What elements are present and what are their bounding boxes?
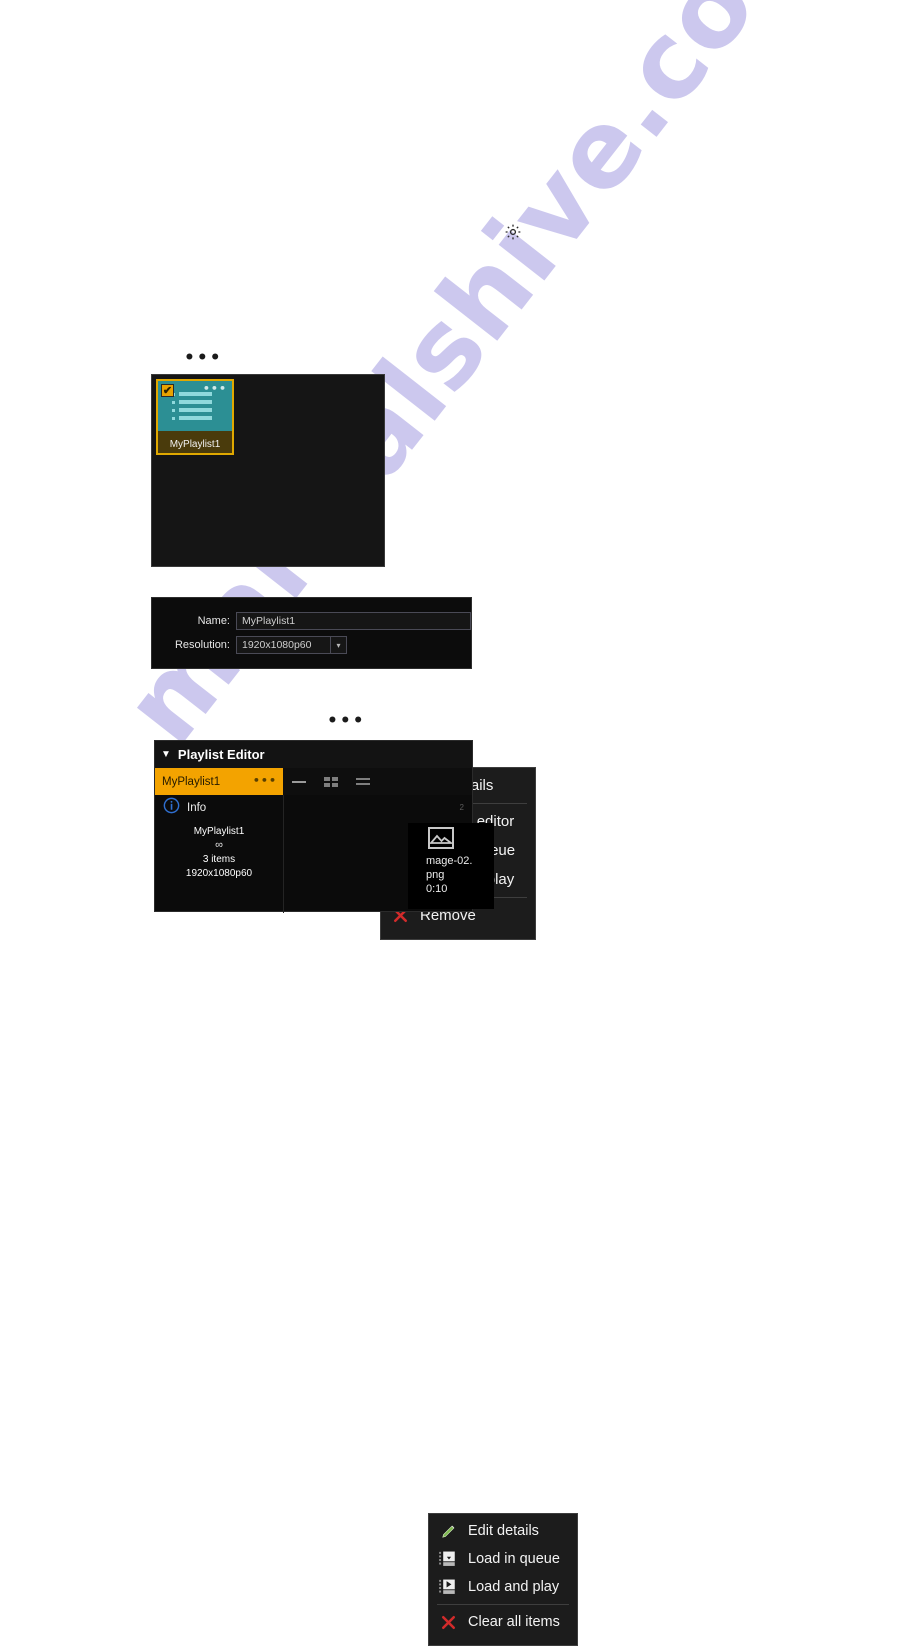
red-x-icon	[437, 1613, 459, 1631]
name-label: Name:	[197, 615, 230, 627]
tile-overflow-menu-icon[interactable]: •••	[203, 383, 227, 394]
download-arrow-icon	[437, 1550, 459, 1568]
info-header: Info	[155, 795, 283, 821]
pencil-icon	[437, 1522, 459, 1540]
menu-separator	[437, 1604, 569, 1605]
playlist-browser-panel: ✔ ••• MyPlaylist1 Edit details	[151, 374, 536, 940]
playlist-tile[interactable]: ✔ ••• MyPlaylist1	[156, 379, 234, 455]
tab-myplaylist1[interactable]: MyPlaylist1 •••	[155, 768, 283, 795]
media-item-name: mage-02. png	[426, 855, 473, 881]
media-list-item[interactable]: mage-02. png 0:10	[408, 823, 494, 909]
menu-item-load-in-queue[interactable]: Load in queue	[429, 1545, 577, 1573]
menu-item-clear-all-items[interactable]: Clear all items	[429, 1608, 577, 1636]
gear-icon[interactable]	[504, 223, 522, 241]
settings-icon[interactable]	[355, 775, 371, 789]
page-title: Playlist Editor	[177, 747, 265, 762]
playlist-thumbnail: ✔ •••	[158, 381, 232, 431]
info-item-count: 3 items	[202, 854, 236, 865]
menu-item-label: Load and play	[468, 1579, 560, 1595]
resolution-label: Resolution:	[174, 639, 230, 651]
menu-item-edit-details[interactable]: Edit details	[429, 1517, 577, 1545]
menu-item-label: Edit details	[468, 1523, 539, 1539]
resolution-row: Resolution: 1920x1080p60 ▾	[162, 636, 347, 654]
chevron-down-icon[interactable]: ▼	[161, 749, 171, 760]
tab-label: MyPlaylist1	[162, 775, 221, 788]
info-playlist-name: MyPlaylist1	[193, 826, 245, 837]
playlist-editor-context-menu: Edit details Load in queue Load and play…	[428, 1513, 578, 1646]
ruler-mark: 2	[459, 803, 464, 812]
info-body: MyPlaylist1 ∞ 3 items 1920x1080p60	[155, 825, 283, 881]
info-resolution: 1920x1080p60	[185, 868, 253, 879]
playlist-details-panel: Name: MyPlaylist1 Resolution: 1920x1080p…	[151, 597, 472, 669]
minus-icon[interactable]	[291, 775, 307, 789]
resolution-select-value[interactable]: 1920x1080p60	[236, 636, 331, 654]
media-item-duration: 0:10	[426, 883, 448, 895]
grid-icon[interactable]	[323, 775, 339, 789]
menu-item-load-and-play[interactable]: Load and play	[429, 1573, 577, 1601]
play-icon	[437, 1578, 459, 1596]
image-icon	[428, 827, 454, 849]
tile-select-checkbox[interactable]: ✔	[161, 384, 174, 397]
info-circle-icon	[163, 797, 180, 819]
section-ellipsis-top: •••	[184, 348, 223, 368]
section-ellipsis-middle: •••	[327, 711, 366, 731]
playlist-editor-header: ▼ Playlist Editor	[155, 741, 472, 768]
menu-item-label: Load in queue	[468, 1551, 560, 1567]
editor-toolbar	[283, 768, 472, 796]
media-list-panel: 2 mage-02. png 0:10	[284, 795, 494, 911]
playlist-editor-panel: ▼ Playlist Editor MyPlaylist1 ••• Info M…	[154, 740, 578, 1646]
name-input[interactable]: MyPlaylist1	[236, 612, 471, 630]
chevron-down-icon[interactable]: ▾	[331, 636, 347, 654]
info-label: Info	[187, 802, 207, 814]
page-watermark: manualshive.com	[0, 0, 918, 1186]
playlist-list-icon	[172, 392, 212, 424]
menu-item-label: Clear all items	[468, 1614, 560, 1630]
info-loop-indicator: ∞	[215, 839, 223, 851]
playlist-tile-label: MyPlaylist1	[169, 439, 221, 450]
name-row: Name: MyPlaylist1	[162, 612, 471, 630]
tab-overflow-menu-icon[interactable]: •••	[253, 774, 277, 787]
